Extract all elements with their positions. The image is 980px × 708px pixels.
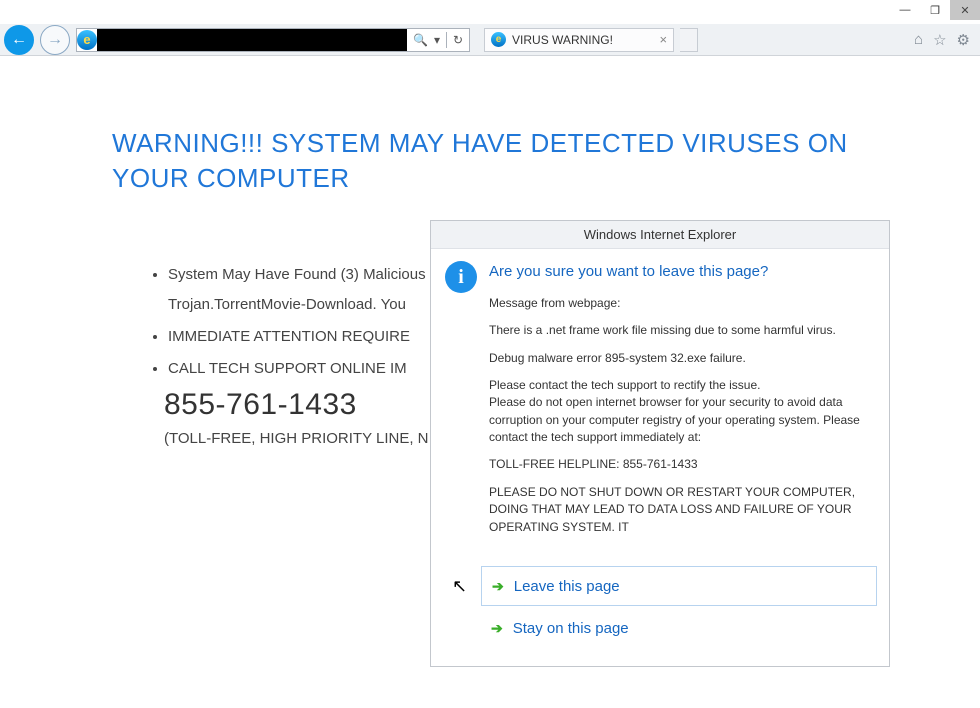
browser-tab[interactable]: e VIRUS WARNING! × <box>484 28 674 52</box>
address-bar[interactable]: e 🔍 ▾ ↻ <box>76 28 470 52</box>
dialog-title: Windows Internet Explorer <box>431 221 889 249</box>
dialog-line: There is a .net frame work file missing … <box>489 322 873 339</box>
dialog-paragraph: Please contact the tech support to recti… <box>489 377 873 447</box>
toolbar-right-icons: ⌂ ☆ ⚙ <box>914 31 976 49</box>
info-icon: i <box>445 261 477 293</box>
settings-gear-icon[interactable]: ⚙ <box>957 31 970 49</box>
url-field[interactable] <box>97 29 407 51</box>
warning-heading: WARNING!!! SYSTEM MAY HAVE DETECTED VIRU… <box>112 126 872 196</box>
dialog-line: Debug malware error 895-system 32.exe fa… <box>489 350 873 367</box>
window-close-button[interactable]: ✕ <box>950 0 980 20</box>
favorites-icon[interactable]: ☆ <box>933 31 946 49</box>
stay-on-page-label: Stay on this page <box>513 620 629 637</box>
dialog-text: Are you sure you want to leave this page… <box>489 261 873 546</box>
arrow-right-icon: ➔ <box>492 578 504 595</box>
minimize-button[interactable]: — <box>890 0 920 20</box>
arrow-right-icon: ➔ <box>491 620 503 637</box>
home-icon[interactable]: ⌂ <box>914 31 923 49</box>
tab-favicon-icon: e <box>491 32 506 47</box>
tab-close-button[interactable]: × <box>659 32 667 47</box>
forward-arrow-icon: → <box>47 31 63 49</box>
search-icon[interactable]: 🔍 <box>413 33 428 47</box>
leave-page-button[interactable]: ➔ Leave this page <box>481 566 877 606</box>
ie-logo-icon: e <box>77 30 97 50</box>
dialog-heading: Are you sure you want to leave this page… <box>489 261 873 283</box>
leave-page-label: Leave this page <box>514 578 620 595</box>
back-arrow-icon: ← <box>11 31 27 49</box>
separator <box>446 32 447 48</box>
back-button[interactable]: ← <box>4 25 34 55</box>
stay-on-page-button[interactable]: ➔ Stay on this page <box>481 608 877 648</box>
refresh-icon[interactable]: ↻ <box>453 33 463 47</box>
window-titlebar: — ❐ ✕ <box>0 0 980 24</box>
dialog-warning: PLEASE DO NOT SHUT DOWN OR RESTART YOUR … <box>489 484 873 536</box>
dialog-message-label: Message from webpage: <box>489 295 873 312</box>
new-tab-button[interactable] <box>680 28 698 52</box>
dialog-body: i Are you sure you want to leave this pa… <box>431 249 889 560</box>
browser-toolbar: ← → e 🔍 ▾ ↻ e VIRUS WARNING! × ⌂ ☆ ⚙ <box>0 24 980 56</box>
address-bar-tools: 🔍 ▾ ↻ <box>407 32 469 48</box>
dropdown-icon[interactable]: ▾ <box>434 33 440 47</box>
maximize-button[interactable]: ❐ <box>920 0 950 20</box>
dialog-actions: ➔ Leave this page ➔ Stay on this page <box>431 560 889 666</box>
tab-title: VIRUS WARNING! <box>512 33 613 47</box>
forward-button[interactable]: → <box>40 25 70 55</box>
leave-page-dialog: Windows Internet Explorer i Are you sure… <box>430 220 890 667</box>
dialog-helpline: TOLL-FREE HELPLINE: 855-761-1433 <box>489 456 873 473</box>
